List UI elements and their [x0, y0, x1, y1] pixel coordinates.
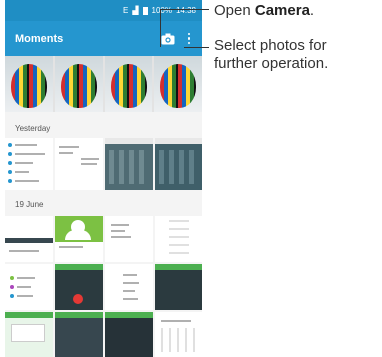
photo-thumbnail[interactable] [104, 56, 153, 112]
app-bar-title: Moments [15, 32, 64, 45]
photo-thumbnail[interactable] [105, 216, 153, 262]
camera-callout-vertical [160, 9, 161, 47]
section-header-yesterday: Yesterday [15, 124, 51, 133]
photo-thumbnail[interactable] [155, 216, 202, 262]
photo-thumbnail[interactable] [5, 264, 53, 310]
photo-row-balloons [5, 56, 202, 112]
more-options-icon[interactable] [185, 31, 193, 47]
photo-thumbnail[interactable] [5, 216, 53, 262]
camera-callout-bold: Camera [254, 2, 310, 19]
select-callout-text: Select photos for further operation. [214, 37, 329, 72]
photo-thumbnail[interactable] [5, 138, 53, 190]
phone-screen: E ▟ 100% 14:38 Moments Yesterday 19 June [5, 0, 202, 357]
camera-callout-text: Open Camera. [214, 2, 315, 19]
status-bar: E ▟ 100% 14:38 [5, 0, 202, 21]
photo-thumbnail[interactable] [55, 138, 103, 190]
camera-callout-horizontal [160, 9, 209, 10]
photo-thumbnail[interactable] [54, 56, 103, 112]
app-bar: Moments [5, 21, 202, 56]
menu-callout-line [184, 47, 209, 48]
network-type: E [123, 6, 129, 15]
photo-thumbnail[interactable] [105, 264, 153, 310]
photo-thumbnail[interactable] [105, 138, 153, 190]
photo-thumbnail[interactable] [105, 312, 153, 357]
photo-thumbnail[interactable] [155, 264, 202, 310]
photo-thumbnail[interactable] [5, 56, 53, 112]
photo-thumbnail[interactable] [154, 56, 202, 112]
section-header-june: 19 June [15, 200, 44, 209]
photo-thumbnail[interactable] [5, 312, 53, 357]
signal-icon: ▟ [132, 6, 139, 15]
photo-thumbnail[interactable] [155, 312, 202, 357]
camera-icon[interactable] [160, 31, 176, 47]
photo-thumbnail[interactable] [55, 312, 103, 357]
battery-level: 100% [151, 6, 172, 15]
clock: 14:38 [175, 6, 196, 15]
battery-icon [142, 6, 148, 15]
photo-thumbnail[interactable] [155, 138, 202, 190]
photo-thumbnail[interactable] [55, 216, 103, 262]
photo-thumbnail[interactable] [55, 264, 103, 310]
